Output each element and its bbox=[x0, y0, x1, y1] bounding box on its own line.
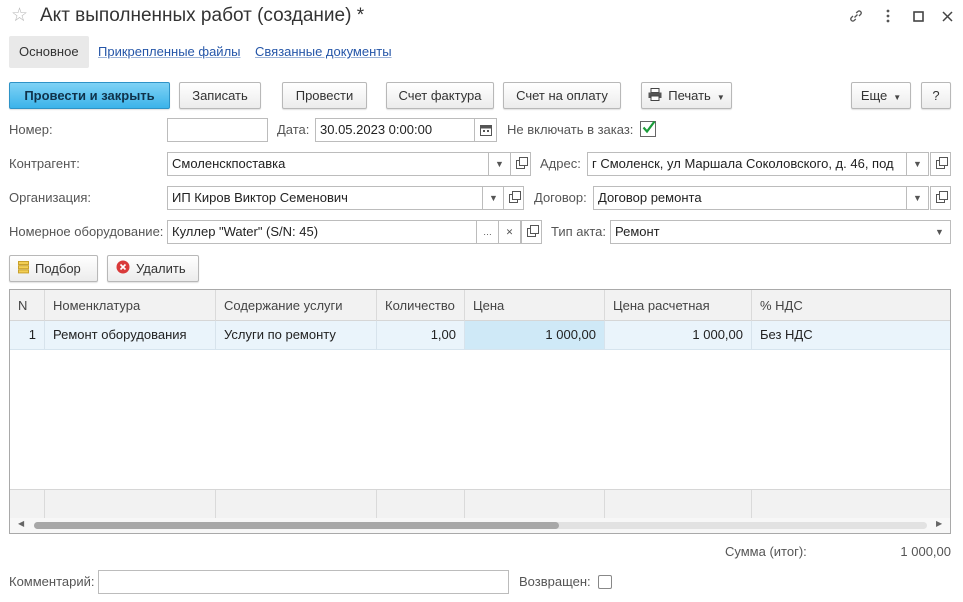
print-label: Печать bbox=[668, 88, 711, 103]
total-value: 1 000,00 bbox=[900, 544, 951, 559]
print-button[interactable]: Печать ▼ bbox=[641, 82, 732, 109]
scroll-left-icon[interactable]: ◀ bbox=[18, 519, 24, 528]
post-button[interactable]: Провести bbox=[282, 82, 367, 109]
help-button[interactable]: ? bbox=[921, 82, 951, 109]
table-footer bbox=[10, 489, 950, 519]
total-label: Сумма (итог): bbox=[725, 544, 807, 559]
organization-dropdown-icon[interactable]: ▼ bbox=[483, 186, 505, 210]
more-label: Еще bbox=[860, 88, 888, 103]
tab-attached-files[interactable]: Прикрепленные файлы bbox=[88, 36, 251, 68]
maximize-icon[interactable] bbox=[908, 6, 928, 26]
printer-icon bbox=[648, 84, 662, 109]
cell-price[interactable]: 1 000,00 bbox=[465, 321, 605, 349]
link-icon[interactable] bbox=[846, 6, 866, 26]
cell-n[interactable]: 1 bbox=[10, 321, 45, 349]
delete-icon bbox=[116, 257, 130, 282]
date-label: Дата: bbox=[277, 122, 310, 137]
number-label: Номер: bbox=[9, 122, 53, 137]
clear-icon[interactable]: ✕ bbox=[499, 220, 521, 244]
more-vert-icon[interactable] bbox=[878, 6, 898, 26]
address-field[interactable]: г Смоленск, ул Маршала Соколовского, д. … bbox=[587, 152, 907, 176]
organization-field[interactable]: ИП Киров Виктор Семенович bbox=[167, 186, 483, 210]
cell-calc-price[interactable]: 1 000,00 bbox=[605, 321, 752, 349]
act-type-dropdown-icon[interactable]: ▼ bbox=[929, 220, 951, 244]
organization-label: Организация: bbox=[9, 190, 92, 205]
column-header-n[interactable]: N bbox=[10, 290, 45, 321]
column-header-quantity[interactable]: Количество bbox=[377, 290, 465, 321]
close-icon[interactable] bbox=[937, 6, 957, 26]
organization-open-icon[interactable] bbox=[503, 186, 524, 210]
invoice-button[interactable]: Счет фактура bbox=[386, 82, 494, 109]
act-type-label: Тип акта: bbox=[551, 224, 606, 239]
chevron-down-icon: ▼ bbox=[893, 93, 902, 102]
select-button[interactable]: Подбор bbox=[9, 255, 98, 282]
address-dropdown-icon[interactable]: ▼ bbox=[907, 152, 929, 176]
post-and-close-button[interactable]: Провести и закрыть bbox=[9, 82, 170, 109]
act-type-field[interactable]: Ремонт bbox=[610, 220, 930, 244]
tab-main[interactable]: Основное bbox=[9, 36, 89, 68]
cell-service[interactable]: Услуги по ремонту bbox=[216, 321, 377, 349]
counterparty-field[interactable]: Смоленскпоставка bbox=[167, 152, 489, 176]
contract-dropdown-icon[interactable]: ▼ bbox=[907, 186, 929, 210]
scrollbar-thumb[interactable] bbox=[34, 522, 559, 529]
window-title: Акт выполненных работ (создание) * bbox=[40, 5, 365, 26]
counterparty-open-icon[interactable] bbox=[510, 152, 531, 176]
returned-label: Возвращен: bbox=[519, 574, 591, 589]
counterparty-dropdown-icon[interactable]: ▼ bbox=[489, 152, 511, 176]
delete-button[interactable]: Удалить bbox=[107, 255, 199, 282]
chevron-down-icon: ▼ bbox=[716, 93, 725, 102]
cell-vat[interactable]: Без НДС bbox=[752, 321, 950, 349]
date-field[interactable]: 30.05.2023 0:00:00 bbox=[315, 118, 475, 142]
returned-checkbox[interactable] bbox=[598, 575, 612, 589]
payment-invoice-button[interactable]: Счет на оплату bbox=[503, 82, 621, 109]
equipment-field[interactable]: Куллер "Water" (S/N: 45) bbox=[167, 220, 477, 244]
column-header-price[interactable]: Цена bbox=[465, 290, 605, 321]
select-label: Подбор bbox=[35, 261, 81, 276]
cell-quantity[interactable]: 1,00 bbox=[377, 321, 465, 349]
calendar-icon[interactable] bbox=[475, 118, 497, 142]
column-header-item[interactable]: Номенклатура bbox=[45, 290, 216, 321]
save-button[interactable]: Записать bbox=[179, 82, 261, 109]
table-row[interactable]: 1 Ремонт оборудования Услуги по ремонту … bbox=[10, 321, 950, 350]
horizontal-scrollbar[interactable]: ◀ ▶ bbox=[10, 518, 950, 533]
comment-field[interactable] bbox=[98, 570, 509, 594]
comment-label: Комментарий: bbox=[9, 574, 95, 589]
check-icon bbox=[642, 120, 656, 134]
column-header-vat[interactable]: % НДС bbox=[752, 290, 950, 321]
ellipsis-icon[interactable]: … bbox=[477, 220, 499, 244]
contract-field[interactable]: Договор ремонта bbox=[593, 186, 907, 210]
equipment-label: Номерное оборудование: bbox=[9, 224, 164, 239]
address-label: Адрес: bbox=[540, 156, 581, 171]
exclude-from-order-checkbox[interactable] bbox=[640, 120, 656, 137]
column-header-calc-price[interactable]: Цена расчетная bbox=[605, 290, 752, 321]
column-header-service[interactable]: Содержание услуги bbox=[216, 290, 377, 321]
address-open-icon[interactable] bbox=[930, 152, 951, 176]
tab-related-documents[interactable]: Связанные документы bbox=[245, 36, 402, 68]
star-icon[interactable]: ☆ bbox=[11, 6, 28, 26]
exclude-from-order-label: Не включать в заказ: bbox=[507, 122, 634, 137]
select-icon bbox=[18, 257, 29, 282]
number-field[interactable] bbox=[167, 118, 268, 142]
items-table[interactable]: N Номенклатура Содержание услуги Количес… bbox=[9, 289, 951, 534]
scroll-right-icon[interactable]: ▶ bbox=[936, 519, 942, 528]
delete-label: Удалить bbox=[136, 261, 186, 276]
table-header: N Номенклатура Содержание услуги Количес… bbox=[10, 290, 950, 321]
cell-item[interactable]: Ремонт оборудования bbox=[45, 321, 216, 349]
more-button[interactable]: Еще ▼ bbox=[851, 82, 911, 109]
contract-open-icon[interactable] bbox=[930, 186, 951, 210]
counterparty-label: Контрагент: bbox=[9, 156, 80, 171]
equipment-open-icon[interactable] bbox=[521, 220, 542, 244]
contract-label: Договор: bbox=[534, 190, 587, 205]
